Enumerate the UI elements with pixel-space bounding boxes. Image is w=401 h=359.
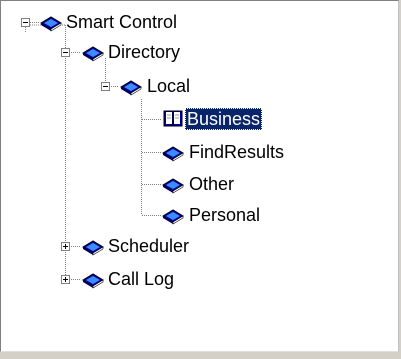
tree-item-findresults[interactable]: FindResults bbox=[187, 141, 286, 163]
book-icon bbox=[82, 240, 104, 256]
book-icon bbox=[82, 46, 104, 62]
window-bottom-edge bbox=[0, 352, 401, 359]
tree-item-call-log[interactable]: Call Log bbox=[106, 268, 176, 290]
tree-item-personal[interactable]: Personal bbox=[187, 204, 262, 226]
tree-item-local[interactable]: Local bbox=[145, 75, 192, 97]
expander-local[interactable] bbox=[101, 82, 110, 91]
book-icon bbox=[162, 209, 184, 225]
expander-smart-control[interactable] bbox=[21, 18, 30, 27]
book-icon bbox=[162, 178, 184, 194]
book-icon bbox=[120, 80, 142, 96]
expander-scheduler[interactable] bbox=[61, 242, 70, 251]
tree-item-business[interactable]: Business bbox=[185, 108, 263, 130]
book-icon bbox=[40, 16, 62, 32]
tree-item-directory[interactable]: Directory bbox=[106, 41, 182, 63]
expander-directory[interactable] bbox=[61, 48, 70, 57]
book-icon bbox=[162, 146, 184, 162]
tree-item-other[interactable]: Other bbox=[187, 173, 236, 195]
tree-item-smart-control[interactable]: Smart Control bbox=[64, 11, 179, 33]
tree-view[interactable]: Smart Control Directory Local Business F… bbox=[0, 0, 399, 352]
book-icon bbox=[82, 273, 104, 289]
tree-item-scheduler[interactable]: Scheduler bbox=[106, 235, 191, 257]
expander-call-log[interactable] bbox=[61, 275, 70, 284]
open-book-icon bbox=[163, 110, 183, 127]
